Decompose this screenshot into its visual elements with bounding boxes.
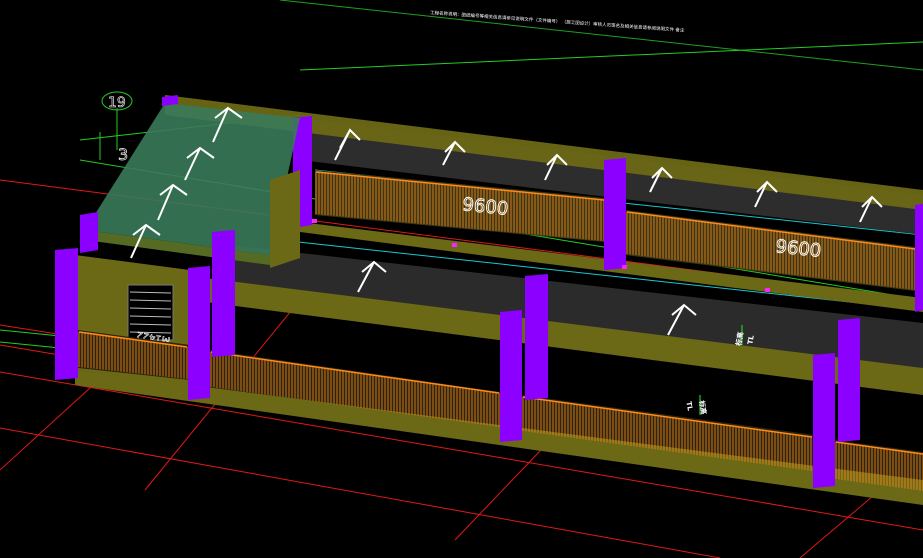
axis-partial-label: 3 (118, 145, 128, 164)
level-marker-2[interactable]: 标高 TL (684, 395, 709, 415)
column-front-2[interactable] (188, 266, 210, 400)
stair-right-wall (270, 170, 300, 268)
column-front-3b[interactable] (525, 274, 548, 400)
column-front-4[interactable] (813, 353, 835, 488)
column-back-2[interactable] (604, 158, 626, 270)
column-tower-back-left[interactable] (80, 212, 98, 253)
column-front-1[interactable] (55, 248, 78, 380)
column-front-4b[interactable] (838, 318, 860, 442)
column-back-3[interactable] (915, 204, 923, 312)
axis-bubble[interactable]: 19 (101, 91, 133, 111)
svg-text:TL: TL (684, 401, 694, 412)
axis-bubble-label: 19 (108, 95, 126, 111)
svg-text:标高: 标高 (697, 399, 708, 415)
column-front-3[interactable] (500, 310, 522, 442)
cad-3d-viewport[interactable]: 工程名称说明：图纸编号等相关信息请参见说明文件（文件编号） （施工图设计）审核人… (0, 0, 923, 558)
column-front-2b[interactable] (212, 230, 235, 357)
